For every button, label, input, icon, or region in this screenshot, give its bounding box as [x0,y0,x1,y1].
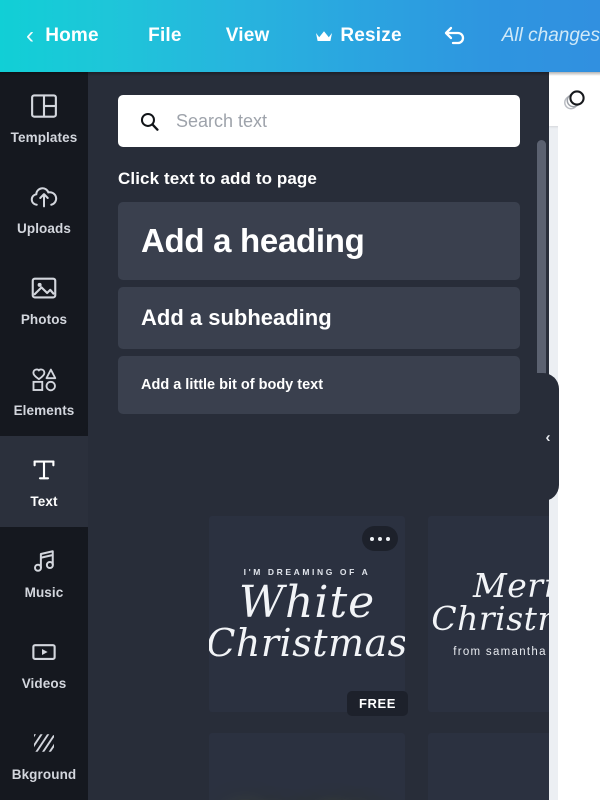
sidebar-item-label: Text [30,493,58,509]
add-subheading-button[interactable]: Add a subheading [118,287,520,349]
resize-button[interactable]: Resize [315,25,402,47]
sidebar-item-bkground[interactable]: Bkground [0,709,88,800]
cloud-upload-icon [29,182,59,212]
canva-editor-window: ‹ Home File View Resize All changes Temp… [0,0,600,800]
color-swatch-circles-icon[interactable] [562,86,588,112]
shapes-icon [29,364,59,394]
view-menu-button[interactable]: View [226,25,270,47]
view-label: View [225,25,270,46]
hatch-pattern-icon [29,728,59,758]
design-canvas-sheet[interactable] [558,126,600,800]
search-icon [139,111,160,132]
sidebar-item-label: Uploads [17,220,71,236]
resize-label: Resize [340,25,402,46]
more-dots-icon [378,536,382,541]
template-subtitle: from samantha howells [453,645,549,658]
sidebar-item-photos[interactable]: Photos [0,254,88,345]
template-card-sparkle[interactable]: Sparkle [209,733,405,800]
sidebar-item-label: Bkground [11,766,77,782]
search-input[interactable] [176,110,496,132]
file-label: File [148,25,182,46]
sidebar-item-label: Videos [21,675,67,691]
template-kicker: I'M DREAMING OF A [243,566,371,577]
template-line2: Christmas [209,621,405,666]
template-line2: Christmas! [431,598,549,638]
crown-icon [315,30,333,43]
undo-arrow-icon [442,25,468,47]
sidebar-item-label: Music [24,584,64,600]
add-heading-button[interactable]: Add a heading [118,202,520,280]
canvas-toolbar [549,72,600,126]
text-t-icon [29,455,59,485]
add-body-text-button[interactable]: Add a little bit of body text [118,356,520,414]
top-menu-bar: ‹ Home File View Resize All changes [0,0,600,72]
sidebar-item-uploads[interactable]: Uploads [0,163,88,254]
template-card-love-and-joy[interactable]: love and joy FROM THE MILLERS [428,733,549,800]
music-note-icon [29,546,59,576]
template-line1: White [238,576,376,628]
templates-grid-icon [29,91,59,121]
sidebar-item-templates[interactable]: Templates [0,72,88,163]
more-options-button[interactable] [362,526,398,551]
text-side-panel: Click text to add to page Add a heading … [88,72,549,800]
photo-image-icon [29,273,59,303]
home-button[interactable]: ‹ Home [26,24,99,48]
search-field-wrapper [118,95,520,147]
search-box[interactable] [118,95,520,147]
add-body-text-label: Add a little bit of body text [141,377,324,393]
template-line1: Merry [472,566,549,606]
left-tool-rail: Templates Uploads Photos Elements Text M… [0,72,88,800]
chevron-left-icon: ‹ [26,22,35,49]
undo-button[interactable] [442,25,468,47]
sidebar-item-label: Photos [20,311,68,327]
sidebar-item-label: Elements [13,402,75,418]
file-menu-button[interactable]: File [148,25,182,47]
template-card-merry-christmas[interactable]: Merry Christmas! from samantha howells [428,516,549,712]
panel-hint-text: Click text to add to page [118,169,317,188]
more-dots-icon [386,536,390,541]
add-subheading-label: Add a subheading [141,305,332,330]
add-heading-label: Add a heading [141,222,365,259]
sidebar-item-text[interactable]: Text [0,422,88,541]
sidebar-item-videos[interactable]: Videos [0,618,88,709]
free-badge: FREE [347,691,409,716]
home-label: Home [45,25,99,46]
collapse-panel-button[interactable]: ‹ [525,373,559,501]
save-status-text: All changes [501,25,600,46]
chevron-left-icon: ‹ [545,428,551,446]
sidebar-item-music[interactable]: Music [0,527,88,618]
video-play-icon [29,637,59,667]
more-dots-icon [370,536,374,541]
sidebar-item-label: Templates [10,129,78,145]
